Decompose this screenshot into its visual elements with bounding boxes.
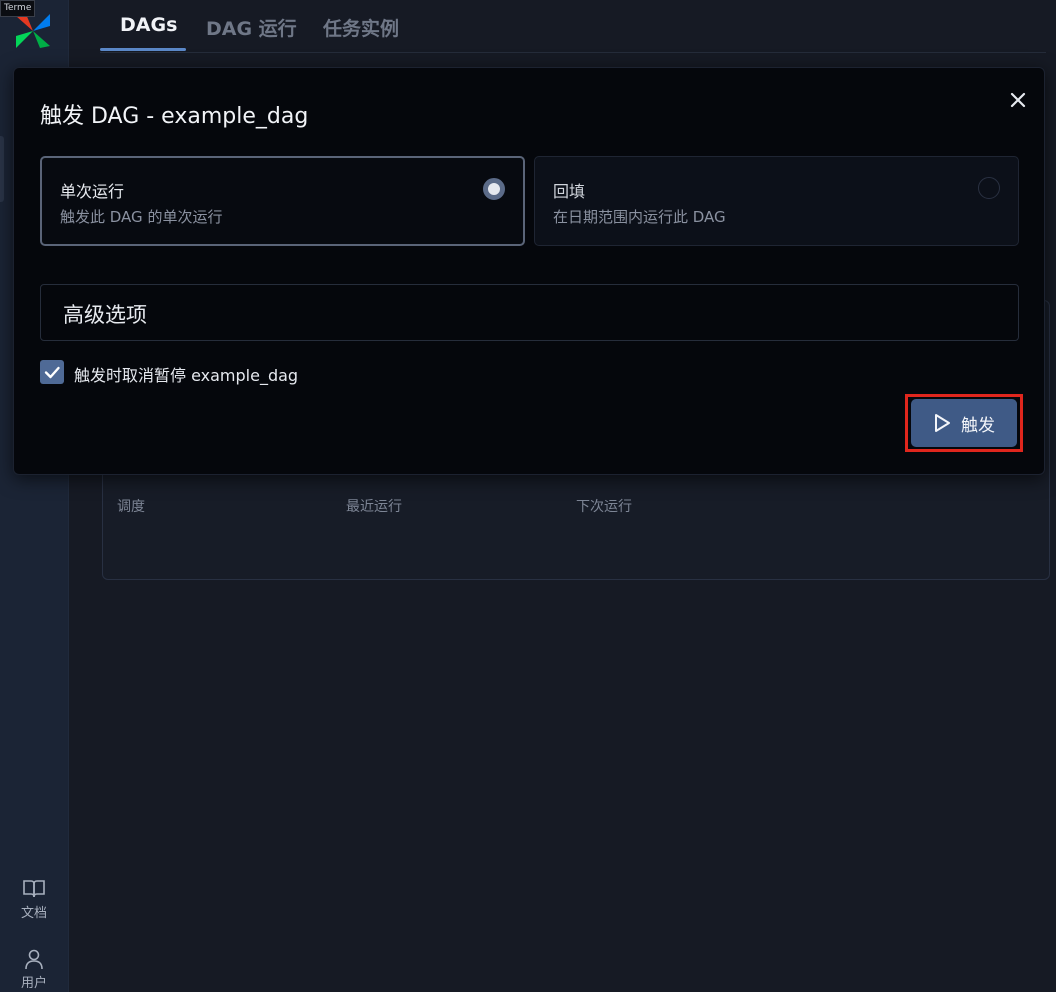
trigger-button[interactable]: 触发 [911, 399, 1017, 447]
tab-dags[interactable]: DAGs [120, 14, 177, 36]
sidebar-item-user[interactable]: 用户 [0, 948, 68, 991]
book-icon [23, 880, 45, 898]
dialog-title: 触发 DAG - example_dag [40, 104, 309, 129]
unpause-checkbox[interactable] [40, 360, 64, 384]
sidebar-item-label: 用户 [20, 976, 47, 991]
option-subtitle: 在日期范围内运行此 DAG [553, 208, 726, 226]
sidebar-item-docs[interactable]: 文档 [0, 878, 68, 921]
sidebar-item-label: 文档 [20, 906, 47, 921]
sidebar-active-indicator [0, 136, 4, 202]
column-schedule: 调度 [117, 499, 145, 515]
tab-dag-runs[interactable]: DAG 运行 [206, 14, 297, 41]
option-title: 回填 [553, 182, 586, 201]
advanced-options-label: 高级选项 [63, 303, 147, 327]
radio-single-run[interactable] [483, 178, 505, 200]
tooltip: Terme [0, 0, 36, 17]
option-backfill[interactable]: 回填 在日期范围内运行此 DAG [534, 156, 1019, 246]
trigger-dag-dialog: 触发 DAG - example_dag 单次运行 触发此 DAG 的单次运行 … [13, 67, 1045, 475]
close-button[interactable] [1006, 88, 1030, 112]
option-single-run[interactable]: 单次运行 触发此 DAG 的单次运行 [40, 156, 525, 246]
option-subtitle: 触发此 DAG 的单次运行 [60, 208, 223, 226]
column-latest-run: 最近运行 [346, 499, 402, 515]
active-tab-underline [100, 48, 186, 51]
check-icon [44, 366, 60, 379]
top-tabs: DAGs DAG 运行 任务实例 [100, 0, 1046, 53]
play-icon [935, 414, 950, 432]
column-next-run: 下次运行 [576, 499, 632, 515]
unpause-checkbox-label: 触发时取消暂停 example_dag [74, 366, 299, 385]
close-icon [1010, 92, 1026, 108]
advanced-options-accordion[interactable]: 高级选项 [40, 284, 1019, 341]
option-title: 单次运行 [60, 182, 125, 201]
tab-task-instances[interactable]: 任务实例 [323, 14, 399, 41]
radio-backfill[interactable] [978, 177, 1000, 199]
trigger-button-label: 触发 [961, 415, 995, 436]
user-icon [25, 949, 43, 970]
